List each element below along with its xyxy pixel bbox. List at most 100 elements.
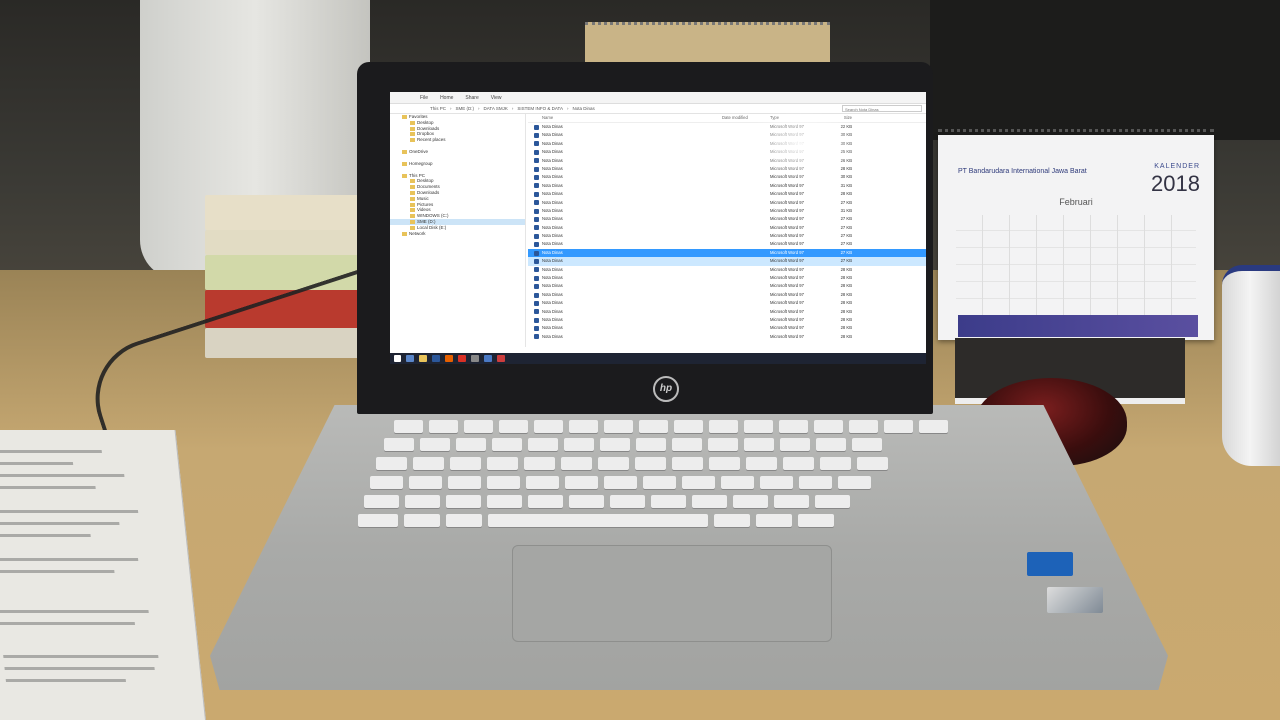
cell-name: Nota Dinas xyxy=(542,233,563,239)
table-row[interactable]: Nota Dinas Microsoft Word 97 25 KB xyxy=(528,148,926,156)
word-doc-icon xyxy=(534,250,539,256)
table-row[interactable]: Nota Dinas Microsoft Word 97 28 KB xyxy=(528,282,926,290)
start-button-icon[interactable] xyxy=(394,355,401,362)
keyboard-key xyxy=(692,495,727,508)
ribbon-tab-view[interactable]: View xyxy=(491,95,502,101)
keyboard-key xyxy=(409,476,442,489)
cell-date xyxy=(722,333,770,341)
cell-date xyxy=(722,249,770,257)
cell-date xyxy=(722,131,770,139)
app-icon[interactable] xyxy=(484,355,492,362)
windows-taskbar xyxy=(390,353,926,364)
word-doc-icon xyxy=(534,175,539,181)
breadcrumb-item[interactable]: DATA SMJK xyxy=(484,106,508,111)
ribbon-tab-home[interactable]: Home xyxy=(440,95,453,101)
breadcrumb-item[interactable]: SME (D:) xyxy=(456,106,475,111)
cell-size: 28 KB xyxy=(840,316,852,322)
chrome-icon[interactable] xyxy=(458,355,466,362)
breadcrumb-item[interactable]: Nota Dinas xyxy=(572,106,594,111)
keyboard-key xyxy=(487,495,522,508)
table-row[interactable]: Nota Dinas Microsoft Word 97 28 KB xyxy=(528,308,926,316)
address-bar[interactable]: This PC › SME (D:) › DATA SMJK › SISTEM INF… xyxy=(390,104,926,114)
table-row[interactable]: Nota Dinas Microsoft Word 97 27 KB xyxy=(528,215,926,223)
keyboard-key xyxy=(780,438,810,451)
table-row[interactable]: Nota Dinas Microsoft Word 97 28 KB xyxy=(528,324,926,332)
table-row[interactable]: Nota Dinas Microsoft Word 97 28 KB xyxy=(528,333,926,341)
cell-type: Microsoft Word 97 xyxy=(770,316,804,322)
table-row[interactable]: Nota Dinas Microsoft Word 97 28 KB xyxy=(528,190,926,198)
keyboard-key xyxy=(733,495,768,508)
table-row[interactable]: Nota Dinas Microsoft Word 97 22 KB xyxy=(528,123,926,131)
word-doc-icon xyxy=(534,326,539,332)
app-icon[interactable] xyxy=(497,355,505,362)
cell-type: Microsoft Word 97 xyxy=(770,249,804,255)
column-name[interactable]: Name xyxy=(542,114,722,122)
cell-type: Microsoft Word 97 xyxy=(770,157,804,163)
folder-icon[interactable] xyxy=(419,355,427,362)
table-row[interactable]: Nota Dinas Microsoft Word 97 27 KB xyxy=(528,199,926,207)
table-row[interactable]: Nota Dinas Microsoft Word 97 31 KB xyxy=(528,182,926,190)
file-rows: Nota Dinas Microsoft Word 97 22 KB Nota Din… xyxy=(528,123,926,341)
cell-size: 27 KB xyxy=(840,249,852,255)
laptop-keyboard xyxy=(358,420,998,532)
table-row[interactable]: Nota Dinas Microsoft Word 97 28 KB xyxy=(528,291,926,299)
cell-name: Nota Dinas xyxy=(542,258,563,264)
table-row[interactable]: Nota Dinas Microsoft Word 97 26 KB xyxy=(528,157,926,165)
folder-icon xyxy=(402,231,407,236)
folder-icon xyxy=(410,126,415,131)
cell-name: Nota Dinas xyxy=(542,249,563,255)
firefox-icon[interactable] xyxy=(445,355,453,362)
table-row[interactable]: Nota Dinas Microsoft Word 97 27 KB xyxy=(528,232,926,240)
keyboard-key xyxy=(709,457,740,470)
keyboard-key xyxy=(756,514,792,527)
white-cup xyxy=(1222,265,1280,466)
dark-shelf xyxy=(930,0,1280,140)
table-row[interactable]: Nota Dinas Microsoft Word 97 28 KB xyxy=(528,299,926,307)
calendar-month: Februari xyxy=(1059,197,1093,207)
keyboard-key xyxy=(429,420,458,433)
table-row[interactable]: Nota Dinas Microsoft Word 97 28 KB xyxy=(528,274,926,282)
column-size[interactable]: Size xyxy=(822,114,852,122)
table-row[interactable]: Nota Dinas Microsoft Word 97 30 KB xyxy=(528,140,926,148)
cell-type: Microsoft Word 97 xyxy=(770,216,804,222)
cell-size: 28 KB xyxy=(840,300,852,306)
table-row[interactable]: Nota Dinas Microsoft Word 97 28 KB xyxy=(528,266,926,274)
nav-item[interactable]: Network xyxy=(390,231,525,237)
cell-size: 30 KB xyxy=(840,140,852,146)
table-row[interactable]: Nota Dinas Microsoft Word 97 27 KB xyxy=(528,248,926,258)
keyboard-key xyxy=(651,495,686,508)
word-icon[interactable] xyxy=(432,355,440,362)
table-row[interactable]: Nota Dinas Microsoft Word 97 31 KB xyxy=(528,207,926,215)
table-row[interactable]: Nota Dinas Microsoft Word 97 28 KB xyxy=(528,316,926,324)
cell-date xyxy=(722,207,770,215)
table-row[interactable]: Nota Dinas Microsoft Word 97 27 KB xyxy=(528,224,926,232)
column-date[interactable]: Date modified xyxy=(722,114,770,122)
keyboard-key xyxy=(524,457,555,470)
table-row[interactable]: Nota Dinas Microsoft Word 97 27 KB xyxy=(528,257,926,266)
cell-name: Nota Dinas xyxy=(542,216,563,222)
folder-icon xyxy=(410,120,415,125)
cell-size: 28 KB xyxy=(840,266,852,272)
cell-type: Microsoft Word 97 xyxy=(770,283,804,289)
ribbon-tab-share[interactable]: Share xyxy=(465,95,478,101)
table-row[interactable]: Nota Dinas Microsoft Word 97 28 KB xyxy=(528,165,926,173)
cell-name: Nota Dinas xyxy=(542,132,563,138)
keyboard-key xyxy=(672,438,702,451)
table-row[interactable]: Nota Dinas Microsoft Word 97 27 KB xyxy=(528,240,926,248)
app-icon[interactable] xyxy=(471,355,479,362)
ribbon-tab-file[interactable]: File xyxy=(420,95,428,101)
cell-size: 28 KB xyxy=(840,325,852,331)
table-row[interactable]: Nota Dinas Microsoft Word 97 30 KB xyxy=(528,173,926,181)
book xyxy=(205,230,360,255)
folder-icon xyxy=(410,196,415,201)
search-input[interactable]: Search Nota Dinas xyxy=(842,105,922,112)
breadcrumb-item[interactable]: SISTEM INFO & DATA xyxy=(517,106,563,111)
word-doc-icon xyxy=(534,208,539,214)
keyboard-key xyxy=(709,420,738,433)
column-type[interactable]: Type xyxy=(770,114,822,122)
breadcrumb-item[interactable]: This PC xyxy=(430,106,446,111)
book xyxy=(205,195,360,230)
file-explorer-icon[interactable] xyxy=(406,355,414,362)
folder-icon xyxy=(402,161,407,166)
table-row[interactable]: Nota Dinas Microsoft Word 97 30 KB xyxy=(528,131,926,139)
